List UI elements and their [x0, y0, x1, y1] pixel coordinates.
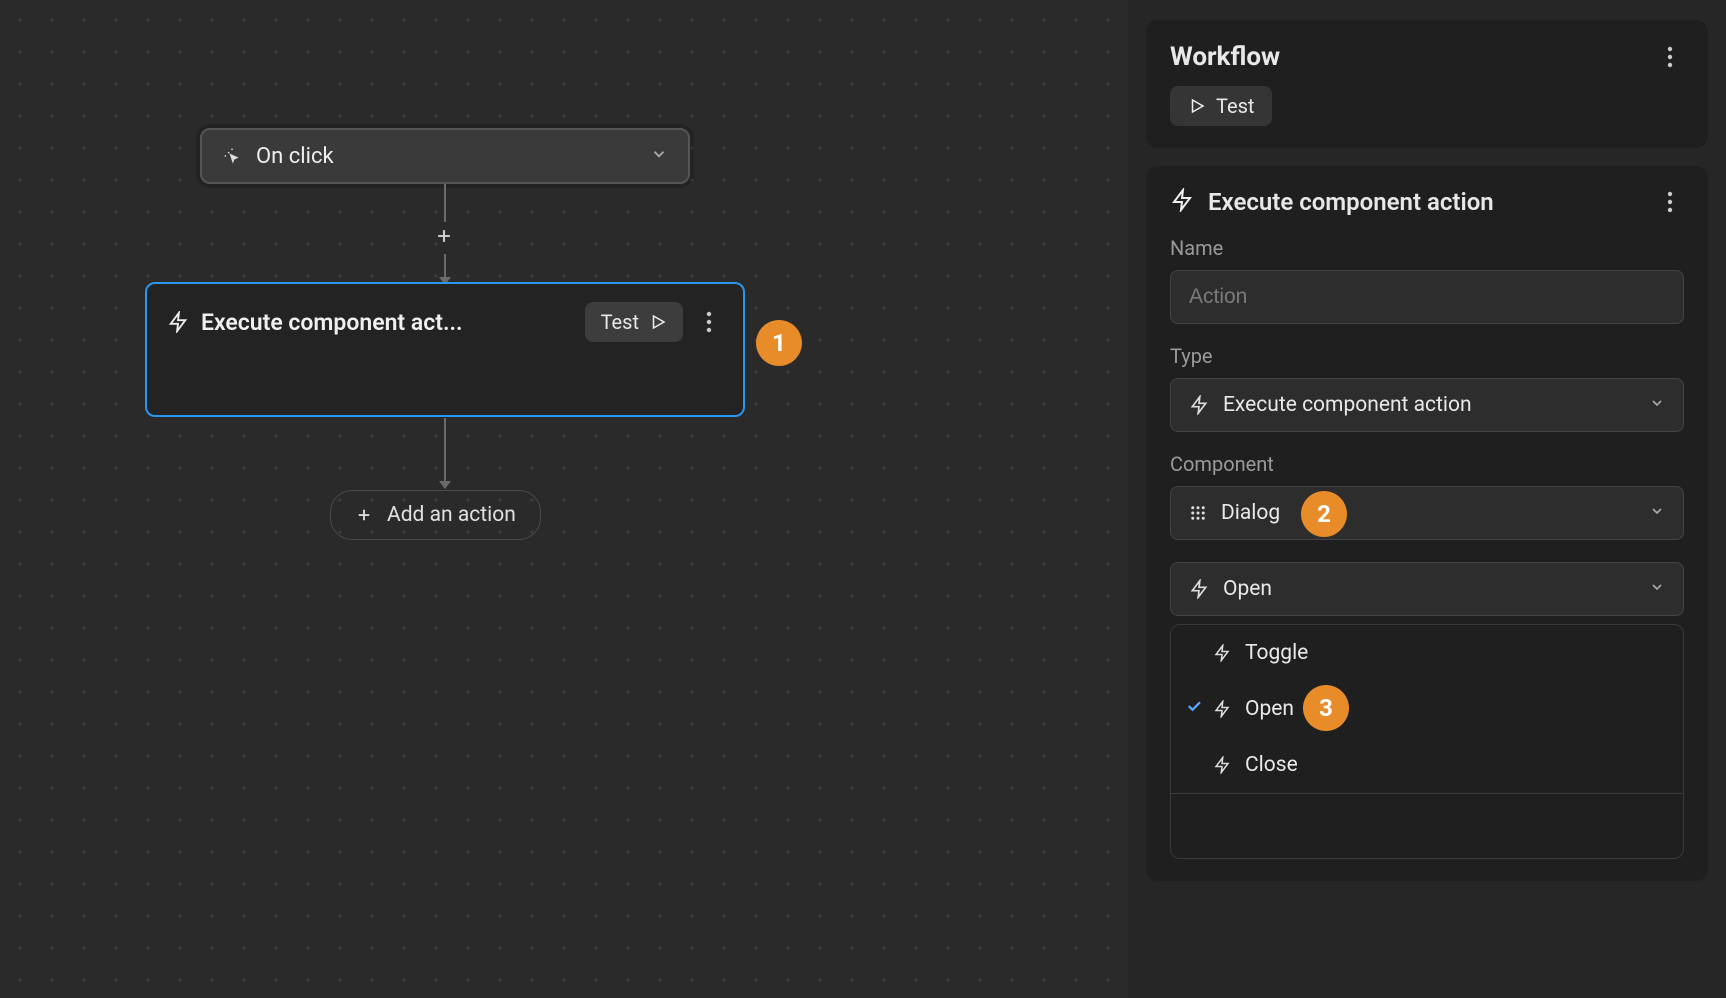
- component-icon: [1189, 504, 1207, 522]
- method-option-close[interactable]: Close: [1171, 737, 1683, 793]
- method-options-list: Toggle Open 3 Close: [1170, 624, 1684, 859]
- bolt-icon: [1213, 700, 1231, 718]
- inspector-sidebar: Workflow Test Execute component action: [1128, 0, 1726, 998]
- trigger-label: On click: [256, 144, 650, 169]
- option-label: Open: [1245, 697, 1294, 721]
- component-value: Dialog: [1221, 501, 1635, 525]
- connector-line: [444, 418, 446, 488]
- bolt-icon: [167, 311, 189, 333]
- click-icon: [222, 146, 242, 166]
- test-action-button[interactable]: Test: [585, 302, 683, 342]
- more-options-button[interactable]: [695, 311, 723, 333]
- workflow-title: Workflow: [1170, 42, 1642, 72]
- method-select[interactable]: Open: [1170, 562, 1684, 616]
- chevron-down-icon: [650, 144, 668, 169]
- connector-line: [444, 184, 446, 222]
- option-label: Toggle: [1245, 641, 1308, 665]
- add-action-button[interactable]: Add an action: [330, 490, 541, 540]
- name-field[interactable]: [1170, 270, 1684, 324]
- action-node-execute-component[interactable]: Execute component act... Test: [145, 282, 745, 417]
- chevron-down-icon: [1649, 577, 1665, 601]
- option-label: Close: [1245, 753, 1298, 777]
- bolt-icon: [1213, 756, 1231, 774]
- bolt-icon: [1170, 188, 1194, 216]
- bolt-icon: [1189, 395, 1209, 415]
- test-label: Test: [601, 310, 639, 334]
- type-field-label: Type: [1170, 344, 1684, 368]
- bolt-icon: [1213, 644, 1231, 662]
- name-input[interactable]: [1189, 285, 1665, 309]
- workflow-test-button[interactable]: Test: [1170, 86, 1272, 126]
- component-select[interactable]: Dialog 2: [1170, 486, 1684, 540]
- annotation-badge-3: 3: [1303, 685, 1349, 731]
- action-config-more-button[interactable]: [1656, 191, 1684, 213]
- options-footer: [1171, 794, 1683, 858]
- workflow-more-button[interactable]: [1656, 46, 1684, 68]
- connector-line: [444, 254, 446, 284]
- annotation-badge-2: 2: [1301, 491, 1347, 537]
- method-option-open[interactable]: Open 3: [1171, 681, 1683, 737]
- workflow-panel: Workflow Test: [1146, 20, 1708, 148]
- type-select[interactable]: Execute component action: [1170, 378, 1684, 432]
- chevron-down-icon: [1649, 501, 1665, 525]
- trigger-node[interactable]: On click: [200, 128, 690, 184]
- action-node-title: Execute component act...: [201, 309, 573, 336]
- add-action-label: Add an action: [387, 503, 516, 527]
- name-field-label: Name: [1170, 236, 1684, 260]
- bolt-icon: [1189, 579, 1209, 599]
- action-config-title: Execute component action: [1208, 188, 1494, 216]
- workflow-test-label: Test: [1216, 94, 1254, 118]
- annotation-badge-1: 1: [756, 320, 802, 366]
- chevron-down-icon: [1649, 393, 1665, 417]
- method-value: Open: [1223, 577, 1635, 601]
- type-value: Execute component action: [1223, 393, 1635, 417]
- component-field-label: Component: [1170, 452, 1684, 476]
- check-icon: [1185, 697, 1203, 721]
- workflow-canvas[interactable]: On click Execute component act... Test: [0, 0, 1128, 998]
- method-option-toggle[interactable]: Toggle: [1171, 625, 1683, 681]
- action-config-panel: Execute component action Name Type Execu…: [1146, 166, 1708, 881]
- add-step-between-button[interactable]: [426, 218, 462, 254]
